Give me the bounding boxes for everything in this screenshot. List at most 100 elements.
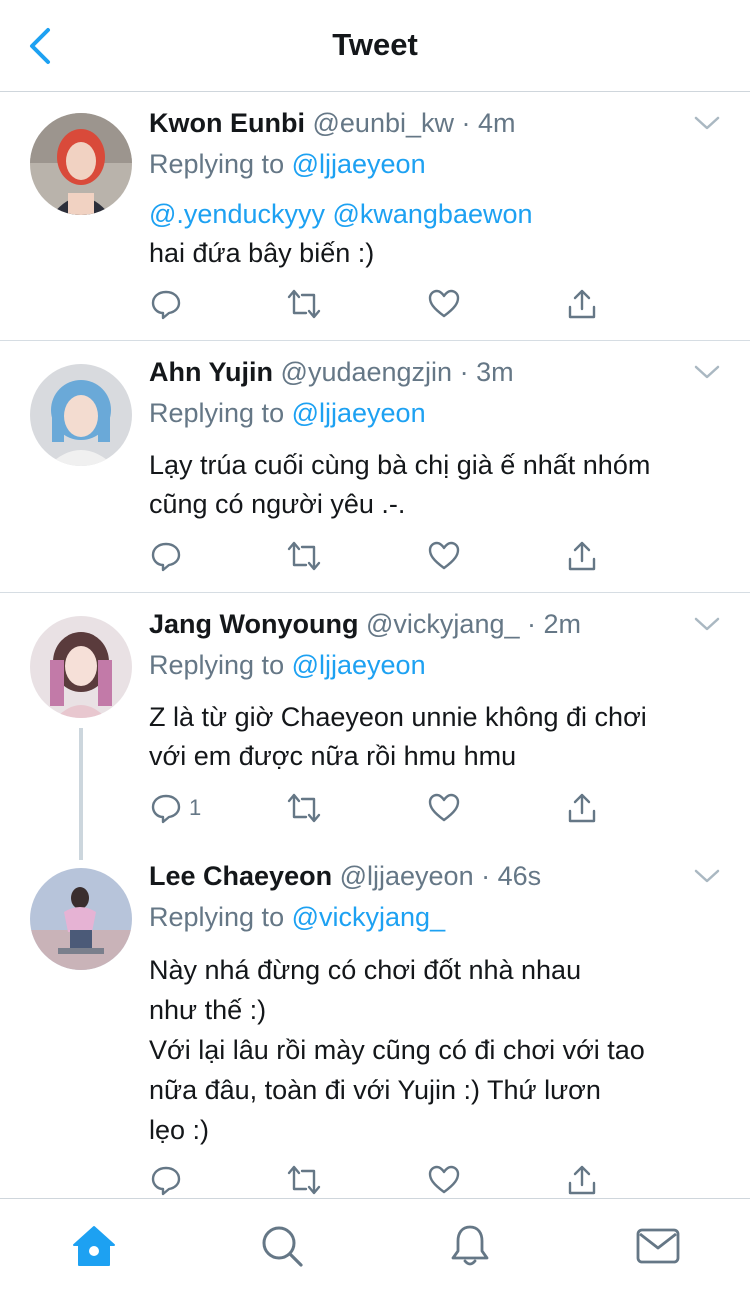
tweet-actions	[149, 536, 609, 576]
chevron-down-icon[interactable]	[694, 868, 720, 884]
reply-button[interactable]	[149, 1160, 183, 1200]
tweet-line: Này nhá đừng có chơi đốt nhà nhau	[149, 955, 582, 985]
heart-icon	[428, 541, 460, 570]
tweet-header: Kwon Eunbi @eunbi_kw · 4m	[149, 107, 516, 139]
tweet-line: cũng có người yêu .-.	[149, 489, 406, 519]
share-icon	[568, 541, 596, 571]
reply-icon	[151, 290, 181, 320]
retweet-icon	[287, 793, 321, 823]
share-icon	[568, 289, 596, 319]
tweet-text: Z là từ giờ Chaeyeon unnie không đi chơi…	[149, 698, 724, 776]
replying-to: Replying to @vickyjang_	[149, 900, 445, 934]
retweet-button[interactable]	[286, 284, 322, 324]
mention-links[interactable]: @.yenduckyyy @kwangbaewon	[149, 195, 724, 234]
tweet-wonyoung[interactable]: Jang Wonyoung @vickyjang_ · 2m Replying …	[0, 594, 750, 846]
replying-to-label: Replying to	[149, 149, 285, 179]
replying-to: Replying to @ljjaeyeon	[149, 396, 426, 430]
reply-mention-link[interactable]: @ljjaeyeon	[292, 149, 426, 179]
timestamp[interactable]: 4m	[478, 108, 516, 138]
timestamp[interactable]: 3m	[476, 357, 514, 387]
tweet-header: Ahn Yujin @yudaengzjin · 3m	[149, 356, 514, 388]
page-title: Tweet	[332, 27, 418, 62]
tweet-header: Lee Chaeyeon @ljjaeyeon · 46s	[149, 860, 541, 892]
user-handle[interactable]: @yudaengzjin	[281, 357, 453, 387]
bell-icon	[451, 1225, 489, 1266]
search-icon	[262, 1226, 303, 1267]
retweet-button[interactable]	[286, 788, 322, 828]
tweet-yujin[interactable]: Ahn Yujin @yudaengzjin · 3m Replying to …	[0, 342, 750, 593]
tweet-text: Lạy trúa cuối cùng bà chị già ế nhất nhó…	[149, 446, 724, 524]
retweet-button[interactable]	[286, 536, 322, 576]
like-button[interactable]	[427, 788, 461, 828]
timestamp[interactable]: 2m	[544, 609, 582, 639]
reply-icon	[151, 542, 181, 572]
mail-icon	[636, 1228, 680, 1264]
reply-mention-link[interactable]: @ljjaeyeon	[292, 398, 426, 428]
tweet-actions	[149, 1160, 609, 1200]
tweet-text: @.yenduckyyy @kwangbaewon hai đứa bây bi…	[149, 195, 724, 273]
share-icon	[568, 793, 596, 823]
tweet-eunbi[interactable]: Kwon Eunbi @eunbi_kw · 4m Replying to @l…	[0, 93, 750, 341]
retweet-icon	[287, 289, 321, 319]
user-handle[interactable]: @vickyjang_	[366, 609, 519, 639]
tab-search[interactable]	[257, 1221, 307, 1271]
display-name[interactable]: Jang Wonyoung	[149, 609, 359, 639]
chevron-down-icon[interactable]	[694, 115, 720, 131]
home-icon	[73, 1226, 115, 1266]
avatar[interactable]	[30, 868, 132, 970]
separator-dot: ·	[527, 609, 537, 639]
tweet-line: Với lại lâu rồi mày cũng có đi chơi với …	[149, 1035, 645, 1065]
reply-mention-link[interactable]: @ljjaeyeon	[292, 650, 426, 680]
tab-messages[interactable]	[633, 1221, 683, 1271]
tweet-line: với em được nữa rồi hmu hmu	[149, 741, 517, 771]
tweet-actions	[149, 284, 609, 324]
replying-to: Replying to @ljjaeyeon	[149, 147, 426, 181]
reply-icon	[151, 1166, 181, 1196]
like-button[interactable]	[427, 536, 461, 576]
reply-button[interactable]	[149, 284, 183, 324]
tweet-line: nữa đâu, toàn đi với Yujin :) Thứ lươn	[149, 1075, 601, 1105]
replying-to-label: Replying to	[149, 650, 285, 680]
tab-notifications[interactable]	[445, 1221, 495, 1271]
tweet-header: Jang Wonyoung @vickyjang_ · 2m	[149, 608, 581, 640]
heart-icon	[428, 289, 460, 318]
chevron-down-icon[interactable]	[694, 616, 720, 632]
display-name[interactable]: Lee Chaeyeon	[149, 861, 332, 891]
tweet-line: lẹo :)	[149, 1115, 210, 1145]
replying-to-label: Replying to	[149, 902, 285, 932]
replying-to: Replying to @ljjaeyeon	[149, 648, 426, 682]
chevron-down-icon[interactable]	[694, 364, 720, 380]
avatar[interactable]	[30, 616, 132, 718]
share-icon	[568, 1165, 596, 1195]
display-name[interactable]: Kwon Eunbi	[149, 108, 305, 138]
share-button[interactable]	[565, 788, 599, 828]
share-button[interactable]	[565, 284, 599, 324]
reply-mention-link[interactable]: @vickyjang_	[292, 902, 445, 932]
reply-button[interactable]	[149, 536, 183, 576]
replying-to-label: Replying to	[149, 398, 285, 428]
user-handle[interactable]: @eunbi_kw	[313, 108, 455, 138]
separator-dot: ·	[461, 108, 471, 138]
like-button[interactable]	[427, 1160, 461, 1200]
share-button[interactable]	[565, 1160, 599, 1200]
bottom-tab-bar	[0, 1198, 750, 1297]
reply-count: 1	[189, 795, 202, 820]
heart-icon	[428, 793, 460, 822]
reply-button[interactable]: 1	[149, 788, 201, 828]
avatar[interactable]	[30, 113, 132, 215]
like-button[interactable]	[427, 284, 461, 324]
retweet-icon	[287, 541, 321, 571]
user-handle[interactable]: @ljjaeyeon	[340, 861, 474, 891]
display-name[interactable]: Ahn Yujin	[149, 357, 273, 387]
tweet-chaeyeon[interactable]: Lee Chaeyeon @ljjaeyeon · 46s Replying t…	[0, 846, 750, 1198]
share-button[interactable]	[565, 536, 599, 576]
thread-connector-line	[79, 728, 83, 860]
separator-dot: ·	[481, 861, 491, 891]
avatar[interactable]	[30, 364, 132, 466]
tab-home[interactable]	[69, 1221, 119, 1271]
retweet-button[interactable]	[286, 1160, 322, 1200]
tweet-actions: 1	[149, 788, 609, 828]
tweet-line: như thế :)	[149, 995, 267, 1025]
heart-icon	[428, 1165, 460, 1194]
timestamp[interactable]: 46s	[498, 861, 542, 891]
